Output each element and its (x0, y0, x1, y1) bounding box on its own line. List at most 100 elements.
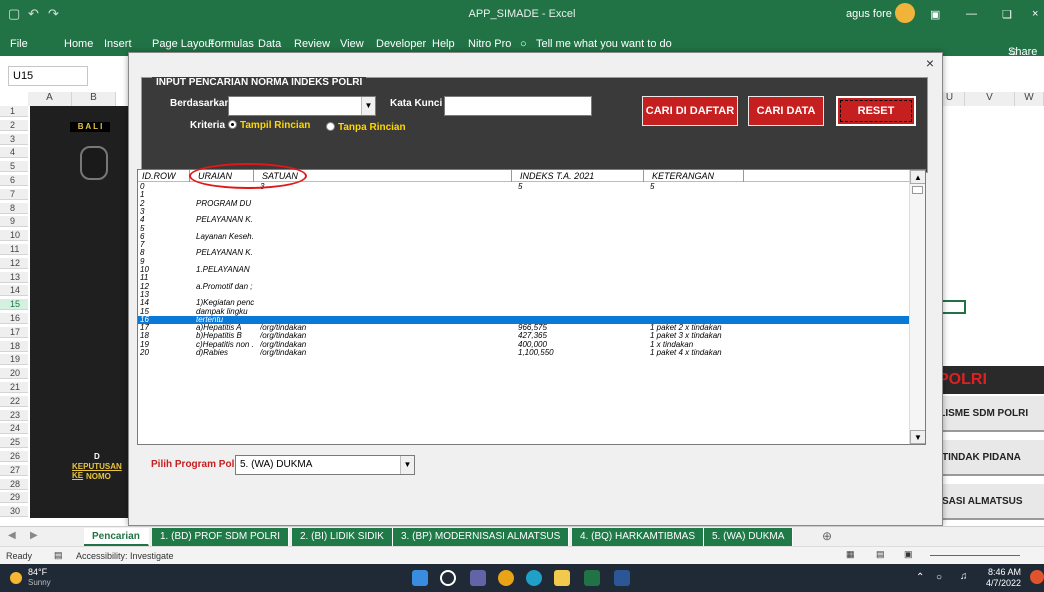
tab-review[interactable]: Review (294, 38, 330, 50)
sheet-tab-pencarian[interactable]: Pencarian (84, 528, 149, 546)
list-item[interactable]: 11 (138, 274, 910, 282)
row-header[interactable]: 13 (0, 271, 28, 283)
tab-home[interactable]: Home (64, 38, 93, 50)
row-header[interactable]: 8 (0, 202, 28, 214)
row-header[interactable]: 3 (0, 133, 28, 145)
network-icon[interactable]: ○ (936, 572, 942, 583)
sheet-button-tindak[interactable]: K TINDAK PIDANA (928, 440, 1044, 476)
add-sheet-icon[interactable]: ⊕ (822, 529, 832, 543)
search-icon[interactable] (440, 570, 456, 586)
file-explorer-icon[interactable] (554, 570, 570, 586)
chrome-icon[interactable] (498, 570, 514, 586)
tab-insert[interactable]: Insert (104, 38, 132, 50)
row-header[interactable]: 6 (0, 175, 28, 186)
weather-temp[interactable]: 84°F (28, 567, 47, 577)
row-header[interactable]: 21 (0, 382, 28, 393)
windows-start-icon[interactable] (412, 570, 428, 586)
avatar[interactable] (895, 3, 915, 23)
tray-chevron-icon[interactable]: ⌃ (916, 572, 924, 583)
row-header[interactable]: 2 (0, 119, 28, 131)
prev-sheet-icon[interactable]: ◀ (8, 530, 16, 541)
page-break-icon[interactable]: ▣ (904, 549, 913, 560)
row-header[interactable]: 25 (0, 437, 28, 449)
clock-time[interactable]: 8:46 AM (988, 567, 1021, 577)
tab-help[interactable]: Help (432, 38, 455, 50)
notification-icon[interactable] (1030, 570, 1044, 584)
list-item[interactable]: 3 (138, 208, 910, 216)
kata-kunci-input[interactable] (444, 96, 592, 116)
row-header[interactable]: 23 (0, 409, 28, 421)
edge-icon[interactable] (526, 570, 542, 586)
dialog-close-button[interactable]: × (926, 55, 934, 71)
row-header[interactable]: 26 (0, 451, 28, 462)
row-header[interactable]: 16 (0, 313, 28, 324)
scroll-thumb[interactable] (912, 186, 923, 194)
macro-icon[interactable]: ▤ (54, 550, 63, 561)
tab-data[interactable]: Data (258, 38, 281, 50)
list-item[interactable]: 19 c)Hepatitis non . /org/tindakan 400,000 1… (138, 341, 910, 349)
row-header[interactable]: 28 (0, 478, 28, 490)
sheet-tab-harkamtibmas[interactable]: 4. (BQ) HARKAMTIBMAS (572, 528, 705, 546)
column-header-v[interactable]: V (965, 92, 1015, 106)
ribbon-display-icon[interactable]: ▣ (930, 8, 940, 21)
list-item[interactable]: 13 (138, 291, 910, 299)
teams-icon[interactable] (470, 570, 486, 586)
row-header[interactable]: 4 (0, 147, 28, 159)
cari-di-daftar-button[interactable]: CARI DI DAFTAR (642, 96, 738, 126)
row-header[interactable]: 11 (0, 244, 28, 255)
user-name[interactable]: agus fore (846, 8, 892, 20)
scroll-down-icon[interactable]: ▼ (910, 430, 925, 444)
tell-me-input[interactable]: Tell me what you want to do (536, 38, 672, 50)
weather-sun-icon[interactable] (10, 572, 22, 584)
column-header-a[interactable]: A (28, 92, 72, 106)
minimize-icon[interactable]: — (966, 8, 977, 20)
list-item[interactable]: 1 (138, 191, 910, 199)
sheet-tab-dukma[interactable]: 5. (WA) DUKMA (704, 528, 794, 546)
list-item[interactable]: 15 dampak lingku (138, 308, 910, 316)
list-item[interactable]: 9 (138, 258, 910, 266)
row-header[interactable]: 22 (0, 395, 28, 407)
list-item[interactable]: 16 tertentu (138, 315, 910, 324)
page-layout-icon[interactable]: ▤ (876, 549, 885, 560)
close-window-icon[interactable]: × (1032, 8, 1038, 20)
list-item[interactable]: 18 b)Hepatitis B/org/tindakan 427,365 1 pak… (138, 332, 910, 340)
restore-icon[interactable]: ❏ (1002, 8, 1012, 21)
berdasarkan-combo[interactable]: ▼ (228, 96, 376, 116)
program-combo[interactable]: 5. (WA) DUKMA ▼ (235, 455, 415, 475)
sheet-tab-prof-sdm[interactable]: 1. (BD) PROF SDM POLRI (152, 528, 290, 546)
radio-tampil-rincian[interactable]: Tampil Rincian (228, 120, 310, 131)
list-item[interactable]: 7 (138, 241, 910, 249)
list-item[interactable]: 20 d)Rabies/org/tindakan 1,100,550 1 paket … (138, 349, 910, 357)
program-chevron-down-icon[interactable]: ▼ (400, 456, 414, 474)
row-header[interactable]: 12 (0, 257, 28, 269)
sheet-button-almatsus[interactable]: NISASI ALMATSUS (928, 484, 1044, 520)
list-item[interactable]: 17 a)Hepatitis A/org/tindakan 966,575 1 pak… (138, 324, 910, 332)
zoom-slider[interactable] (930, 555, 1020, 556)
list-scrollbar[interactable]: ▲ ▼ (909, 170, 925, 444)
sheet-button-sdm[interactable]: ALISME SDM POLRI (928, 396, 1044, 432)
tab-file[interactable]: File (10, 38, 28, 50)
list-item[interactable]: 4 PELAYANAN K. (138, 216, 910, 224)
row-header[interactable]: 5 (0, 161, 28, 173)
tab-developer[interactable]: Developer (376, 38, 426, 50)
radio-tanpa-rincian[interactable]: Tanpa Rincian (326, 122, 406, 133)
row-header[interactable]: 20 (0, 368, 28, 380)
row-header[interactable]: 27 (0, 464, 28, 476)
list-item[interactable]: 10 1.PELAYANAN (138, 266, 910, 274)
list-item[interactable]: 5 (138, 225, 910, 233)
column-header-w[interactable]: W (1015, 92, 1044, 106)
row-header[interactable]: 24 (0, 423, 28, 435)
row-header[interactable]: 29 (0, 492, 28, 504)
name-box[interactable]: U15 (8, 66, 88, 86)
row-header[interactable]: 14 (0, 285, 28, 297)
row-header[interactable]: 17 (0, 326, 28, 338)
list-item[interactable]: 14 1)Kegiatan penc (138, 299, 910, 307)
row-header[interactable]: 10 (0, 230, 28, 242)
row-header[interactable]: 9 (0, 216, 28, 228)
row-header[interactable]: 19 (0, 354, 28, 366)
volume-icon[interactable]: ♫ (960, 571, 968, 582)
clock-date[interactable]: 4/7/2022 (986, 578, 1021, 588)
sheet-tab-lidik-sidik[interactable]: 2. (BI) LIDIK SIDIK (292, 528, 393, 546)
row-header[interactable]: 18 (0, 340, 28, 352)
list-item[interactable]: 12 a.Promotif dan ; (138, 283, 910, 291)
